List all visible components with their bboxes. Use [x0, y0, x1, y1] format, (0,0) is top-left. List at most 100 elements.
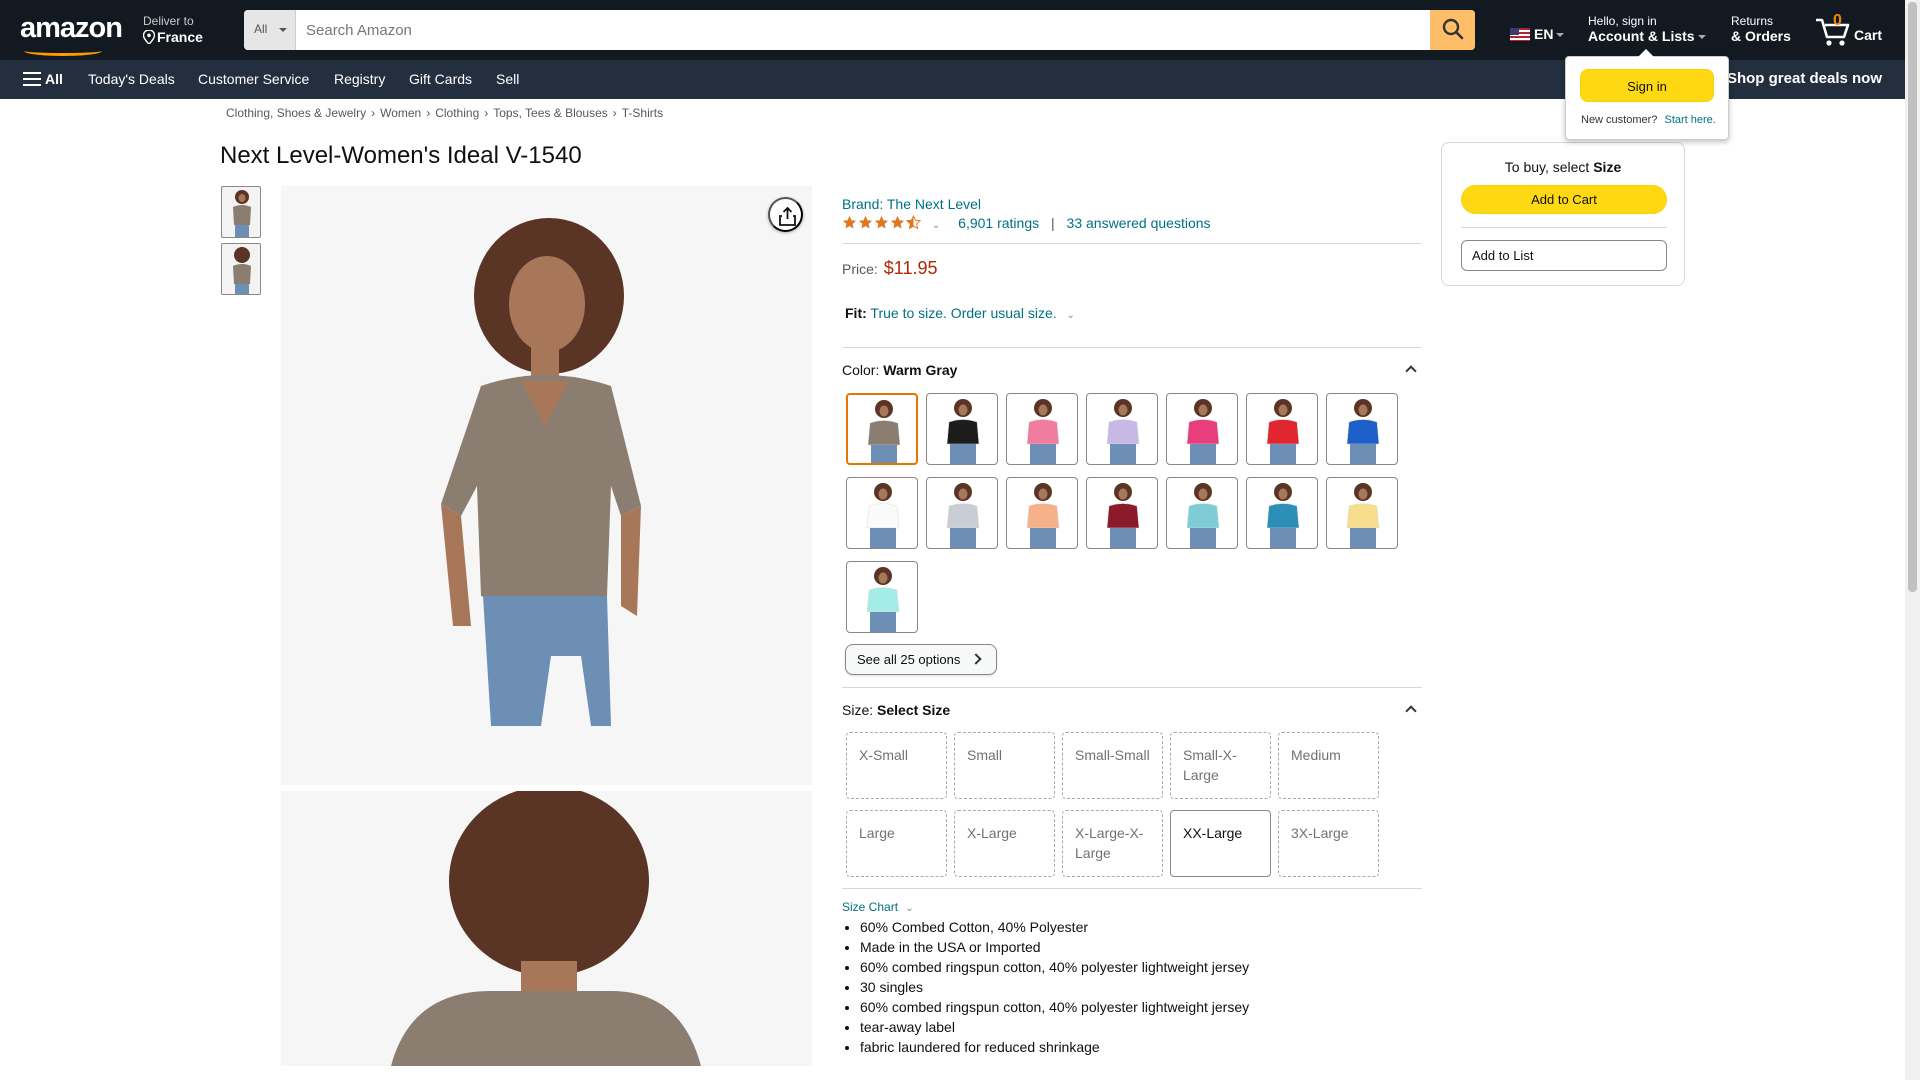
feature-bullet: 60% combed ringspun cotton, 40% polyeste… — [860, 997, 1249, 1017]
color-swatch[interactable] — [1006, 477, 1078, 549]
chevron-down-icon: ⌄ — [905, 903, 914, 914]
buy-box: To buy, select Size Add to Cart Add to L… — [1441, 142, 1685, 286]
fit-label: Fit: — [845, 305, 867, 321]
size-option[interactable]: Large — [846, 810, 947, 877]
search-input[interactable] — [296, 10, 1424, 50]
returns-and-orders[interactable]: Returns & Orders — [1731, 14, 1791, 45]
us-flag-icon — [1510, 28, 1530, 41]
divider — [842, 687, 1422, 688]
orders-line2: & Orders — [1731, 28, 1791, 44]
buy-box-title: To buy, select Size — [1442, 159, 1684, 175]
model-swatch-icon — [1106, 483, 1140, 548]
nav-item-registry[interactable]: Registry — [334, 71, 385, 87]
nav-item-sell[interactable]: Sell — [496, 71, 519, 87]
add-to-list-button[interactable]: Add to List — [1461, 240, 1667, 271]
color-swatch[interactable] — [1326, 393, 1398, 465]
size-option[interactable]: Medium — [1278, 732, 1379, 799]
main-product-image[interactable] — [281, 186, 812, 785]
nav-item-todays-deals[interactable]: Today's Deals — [88, 71, 175, 87]
color-swatch[interactable] — [1086, 393, 1158, 465]
size-option[interactable]: X-Large — [954, 810, 1055, 877]
price-row: Price: $11.95 — [842, 258, 938, 279]
breadcrumb-item[interactable]: Clothing, Shoes & Jewelry — [226, 106, 366, 120]
nav-all-menu[interactable]: All — [23, 71, 63, 87]
search-button[interactable] — [1430, 10, 1475, 50]
nav-item-gift-cards[interactable]: Gift Cards — [409, 71, 472, 87]
color-swatch[interactable] — [1006, 393, 1078, 465]
color-swatch[interactable] — [1166, 477, 1238, 549]
breadcrumb-separator-icon: › — [426, 106, 431, 120]
see-all-label: See all 25 options — [857, 652, 961, 667]
search-category-select[interactable]: All — [244, 10, 296, 50]
account-and-lists[interactable]: Hello, sign in Account & Lists — [1588, 14, 1706, 45]
color-swatch[interactable] — [1246, 393, 1318, 465]
feature-bullet: 60% combed ringspun cotton, 40% polyeste… — [860, 957, 1249, 977]
deliver-country: France — [157, 29, 203, 45]
top-header: amazon Deliver to France All EN Hello, s… — [0, 0, 1905, 60]
model-back-thumbnail-icon — [233, 247, 251, 294]
answered-questions-link[interactable]: 33 answered questions — [1067, 215, 1211, 231]
color-swatch[interactable] — [926, 393, 998, 465]
add-to-cart-button[interactable]: Add to Cart — [1461, 185, 1667, 214]
size-option[interactable]: X-Small — [846, 732, 947, 799]
feature-bullet: 30 singles — [860, 977, 1249, 997]
thumbnail-back[interactable] — [221, 243, 261, 295]
vertical-scrollbar[interactable] — [1905, 0, 1920, 1080]
collapse-size-chevron-icon[interactable] — [1405, 705, 1417, 717]
share-button[interactable] — [768, 197, 803, 232]
start-here-link[interactable]: Start here. — [1664, 114, 1715, 126]
star-rating[interactable]: ⌄ — [842, 215, 958, 231]
color-swatch[interactable] — [846, 561, 918, 633]
fit-row[interactable]: Fit: True to size. Order usual size. ⌄ — [845, 305, 1075, 321]
size-option[interactable]: Small-X-Large — [1170, 732, 1271, 799]
breadcrumb-item[interactable]: T-Shirts — [622, 106, 663, 120]
deliver-to[interactable]: Deliver to France — [143, 14, 203, 45]
size-option[interactable]: XX-Large — [1170, 810, 1271, 877]
color-swatch[interactable] — [1326, 477, 1398, 549]
cart-link[interactable]: 0 Cart — [1814, 12, 1904, 48]
breadcrumb-item[interactable]: Tops, Tees & Blouses — [493, 106, 608, 120]
cart-label: Cart — [1854, 27, 1883, 43]
thumbnail-front[interactable] — [221, 186, 261, 238]
model-swatch-icon — [1026, 399, 1060, 464]
secondary-product-image[interactable] — [281, 791, 812, 1066]
breadcrumb-separator-icon: › — [371, 106, 376, 120]
price-label: Price: — [842, 261, 878, 277]
orders-line1: Returns — [1731, 14, 1774, 28]
language-selector[interactable]: EN — [1510, 26, 1565, 42]
color-swatch[interactable] — [846, 477, 918, 549]
nav-item-customer-service[interactable]: Customer Service — [198, 71, 309, 87]
scrollbar-thumb[interactable] — [1908, 2, 1917, 592]
size-chart-link[interactable]: Size Chart ⌄ — [842, 900, 914, 914]
divider — [842, 243, 1422, 244]
star-full-icon — [842, 215, 857, 229]
ratings-count-link[interactable]: 6,901 ratings — [958, 215, 1039, 231]
breadcrumb-item[interactable]: Women — [380, 106, 421, 120]
model-swatch-icon — [1266, 399, 1300, 464]
color-swatch[interactable] — [846, 393, 918, 465]
model-swatch-icon — [867, 400, 901, 463]
color-swatch[interactable] — [1166, 393, 1238, 465]
color-value: Warm Gray — [883, 362, 958, 378]
sign-in-button[interactable]: Sign in — [1580, 69, 1714, 102]
nav-all-label: All — [45, 71, 63, 87]
model-swatch-icon — [1186, 483, 1220, 548]
breadcrumb-item[interactable]: Clothing — [435, 106, 479, 120]
size-option[interactable]: 3X-Large — [1278, 810, 1379, 877]
feature-bullets: 60% Combed Cotton, 40% Polyester Made in… — [842, 917, 1249, 1057]
hamburger-icon — [23, 72, 41, 86]
amazon-logo[interactable]: amazon — [20, 12, 123, 56]
color-swatch[interactable] — [1086, 477, 1158, 549]
feature-bullet: fabric laundered for reduced shrinkage — [860, 1037, 1249, 1057]
see-all-options-button[interactable]: See all 25 options — [845, 644, 997, 675]
collapse-color-chevron-icon[interactable] — [1405, 365, 1417, 377]
color-swatch[interactable] — [1246, 477, 1318, 549]
color-swatch[interactable] — [926, 477, 998, 549]
language-label: EN — [1534, 26, 1554, 42]
size-option[interactable]: Small — [954, 732, 1055, 799]
model-back-illustration — [391, 791, 701, 1066]
size-option[interactable]: Small-Small — [1062, 732, 1163, 799]
size-option[interactable]: X-Large-X-Large — [1062, 810, 1163, 877]
nav-promo-link[interactable]: Shop great deals now — [1727, 70, 1882, 87]
brand-link[interactable]: Brand: The Next Level — [842, 196, 981, 212]
